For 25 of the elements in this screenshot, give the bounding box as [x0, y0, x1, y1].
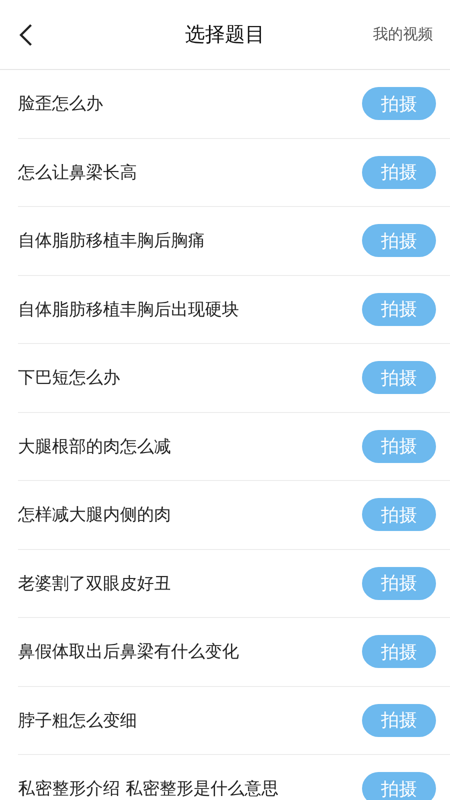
page-title: 选择题目: [185, 21, 265, 48]
shoot-button[interactable]: 拍摄: [362, 430, 436, 463]
shoot-button[interactable]: 拍摄: [362, 704, 436, 737]
topic-title: 怎么让鼻梁长高: [18, 162, 137, 184]
my-videos-link[interactable]: 我的视频: [373, 25, 433, 44]
topic-title: 脸歪怎么办: [18, 93, 103, 116]
topic-title: 大腿根部的肉怎么减: [18, 436, 171, 458]
topic-title: 自体脂肪移植丰胸后胸痛: [18, 230, 205, 252]
shoot-button[interactable]: 拍摄: [362, 361, 436, 394]
topic-title: 鼻假体取出后鼻梁有什么变化: [18, 641, 239, 664]
shoot-button[interactable]: 拍摄: [362, 566, 436, 600]
topic-title: 怎样减大腿内侧的肉: [18, 504, 171, 526]
topic-title: 下巴短怎么办: [18, 367, 120, 390]
back-icon: [18, 22, 34, 46]
topic-title: 私密整形介绍 私密整形是什么意思: [18, 778, 278, 800]
shoot-button[interactable]: 拍摄: [362, 498, 436, 532]
shoot-button[interactable]: 拍摄: [362, 156, 436, 189]
shoot-button[interactable]: 拍摄: [362, 87, 436, 120]
topic-title: 自体脂肪移植丰胸后出现硬块: [18, 298, 239, 321]
topic-title: 老婆割了双眼皮好丑: [18, 572, 171, 595]
shoot-button[interactable]: 拍摄: [362, 635, 436, 668]
topic-title: 脖子粗怎么变细: [18, 710, 137, 732]
shoot-button[interactable]: 拍摄: [362, 224, 436, 258]
shoot-button[interactable]: 拍摄: [362, 292, 436, 326]
shoot-button[interactable]: 拍摄: [362, 772, 436, 800]
